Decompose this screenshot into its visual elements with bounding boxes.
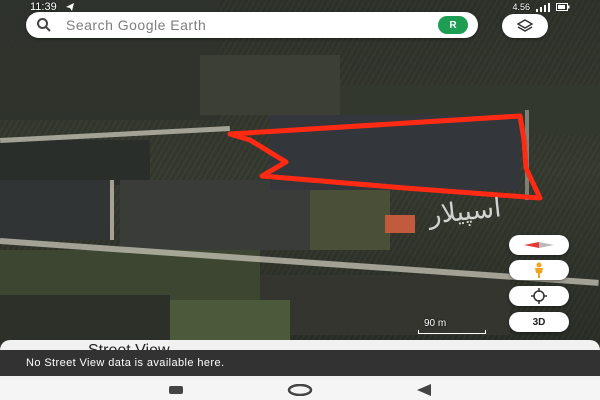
- watermark-logo: اسپیلار: [427, 193, 503, 231]
- network-speed: 4.56: [512, 2, 530, 12]
- search-icon[interactable]: [36, 17, 52, 33]
- pegman-button[interactable]: [509, 260, 569, 280]
- scale-label: 90 m: [424, 318, 447, 329]
- view-3d-button[interactable]: 3D: [509, 312, 569, 332]
- android-nav-bar: [0, 380, 600, 400]
- scale-bar: [418, 330, 486, 334]
- my-location-icon: [531, 288, 547, 304]
- parcel-outline-path: [227, 113, 543, 201]
- compass-button[interactable]: [509, 235, 569, 255]
- avatar[interactable]: R: [438, 16, 468, 34]
- signal-icon: [536, 2, 550, 12]
- my-location-button[interactable]: [509, 286, 569, 306]
- compass-icon: [524, 242, 554, 248]
- search-input[interactable]: Search Google Earth: [66, 17, 438, 33]
- layers-button[interactable]: [502, 14, 548, 38]
- nav-recents-icon[interactable]: [169, 386, 183, 394]
- layers-icon: [517, 19, 533, 32]
- nav-back-icon[interactable]: [417, 384, 431, 396]
- battery-icon: [556, 3, 570, 11]
- search-bar[interactable]: Search Google Earth R: [26, 12, 478, 38]
- toast-message: No Street View data is available here.: [0, 350, 600, 376]
- pegman-icon: [535, 262, 543, 278]
- telegram-icon: [65, 3, 74, 11]
- nav-home-icon[interactable]: [287, 384, 313, 396]
